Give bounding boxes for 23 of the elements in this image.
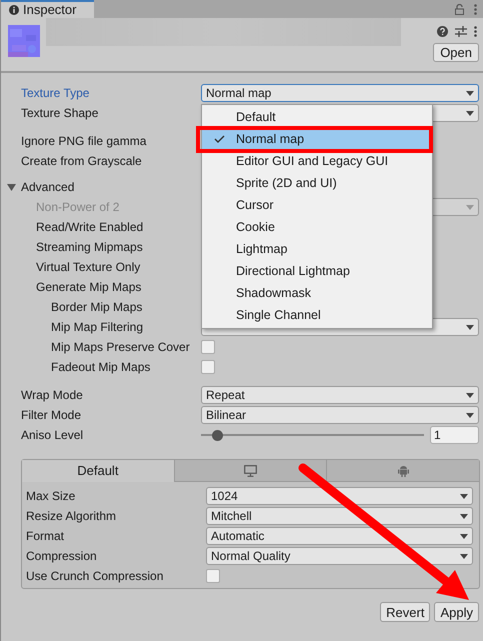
field-label: Max Size (26, 488, 76, 505)
tab-title: Inspector (23, 1, 76, 20)
field-label: Compression (26, 548, 97, 565)
field-label: Format (26, 528, 64, 545)
field-label: Mip Maps Preserve Cover (51, 339, 190, 356)
field-label: Fadeout Mip Maps (51, 359, 150, 376)
field-label: Aniso Level (21, 427, 84, 444)
field-label: Read/Write Enabled (36, 219, 144, 236)
field-label: Non-Power of 2 (36, 199, 120, 216)
field-label: Texture Type (21, 85, 90, 102)
field-label: Filter Mode (21, 407, 82, 424)
field-label: Mip Map Filtering (51, 319, 144, 336)
field-label: Use Crunch Compression (26, 568, 164, 585)
field-label: Advanced (21, 179, 74, 196)
field-label: Border Mip Maps (51, 299, 142, 316)
field-label: Resize Algorithm (26, 508, 116, 525)
field-label: Texture Shape (21, 105, 98, 122)
field-label: Virtual Texture Only (36, 259, 140, 276)
field-label: Wrap Mode (21, 387, 83, 404)
field-label: Ignore PNG file gamma (21, 133, 146, 150)
field-label: Generate Mip Maps (36, 279, 142, 296)
field-label: Create from Grayscale (21, 153, 142, 170)
field-label: Streaming Mipmaps (36, 239, 143, 256)
